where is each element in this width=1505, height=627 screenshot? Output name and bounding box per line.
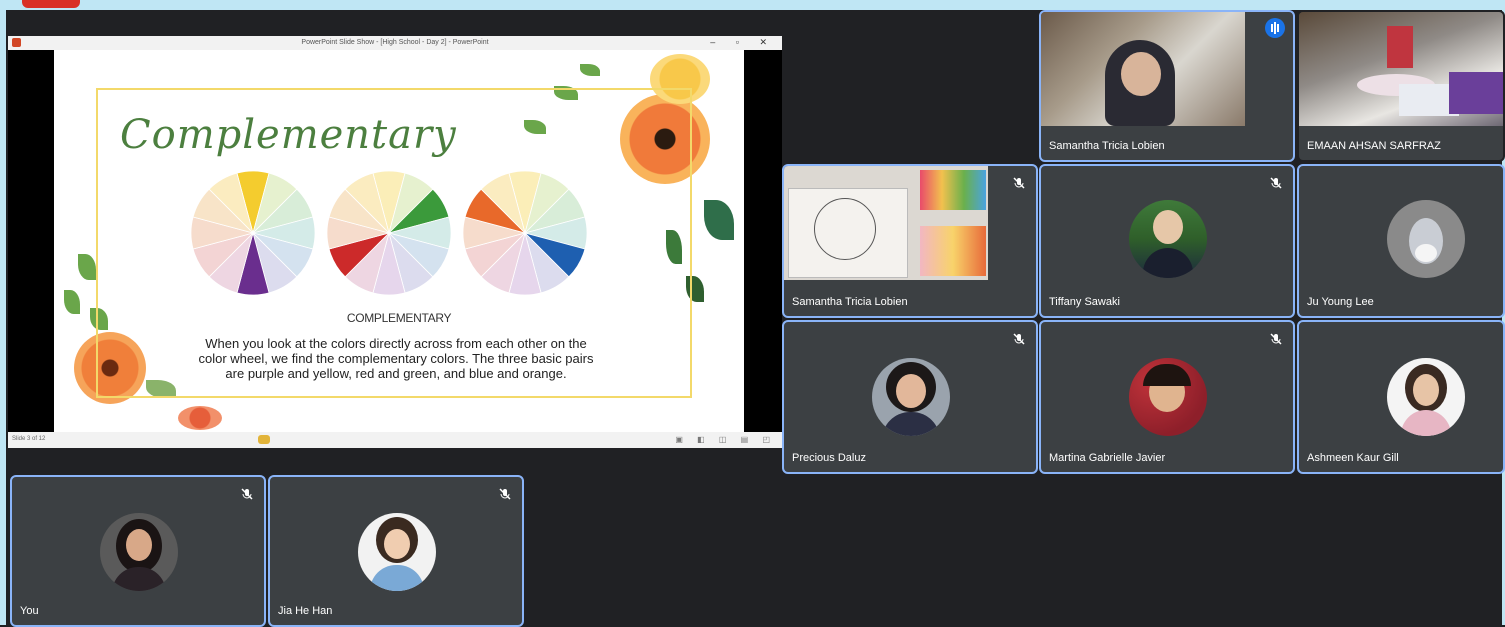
avatar (1387, 358, 1465, 436)
mic-off-icon (1269, 332, 1283, 346)
flower-bottom-small (178, 406, 222, 430)
participant-tile-self[interactable]: You (10, 475, 266, 627)
mic-off-icon (1269, 176, 1283, 190)
leaf-left-1 (78, 254, 96, 280)
participant-tile[interactable]: Precious Daluz (782, 320, 1038, 474)
participant-name: EMAAN AHSAN SARFRAZ (1307, 140, 1441, 152)
slide: Complementary COMPLEMENTARY When you loo… (54, 50, 744, 432)
participant-tile[interactable]: Ashmeen Kaur Gill (1297, 320, 1505, 474)
participant-name: Samantha Tricia Lobien (1049, 140, 1165, 152)
participant-tile[interactable]: Samantha Tricia Lobien (782, 164, 1038, 318)
participant-tile[interactable]: EMAAN AHSAN SARFRAZ (1297, 10, 1505, 162)
mic-off-icon (240, 487, 254, 501)
participant-tile[interactable]: Jia He Han (268, 475, 524, 627)
mic-off-icon (1012, 332, 1026, 346)
participant-name: Martina Gabrielle Javier (1049, 452, 1166, 464)
participant-name: Ju Young Lee (1307, 296, 1374, 308)
participant-tile[interactable]: Samantha Tricia Lobien (1039, 10, 1295, 162)
participant-tile[interactable]: Martina Gabrielle Javier (1039, 320, 1295, 474)
presentation-window-title: PowerPoint Slide Show - [High School - D… (301, 39, 489, 46)
participant-name: Tiffany Sawaki (1049, 296, 1120, 308)
pointer-icon (258, 435, 270, 444)
color-wheel-svg (190, 170, 316, 296)
participant-name: Jia He Han (278, 605, 333, 617)
avatar (100, 513, 178, 591)
avatar (872, 358, 950, 436)
presentation-window[interactable]: PowerPoint Slide Show - [High School - D… (8, 36, 782, 448)
participant-video (1299, 12, 1503, 126)
mic-off-icon (498, 487, 512, 501)
color-wheel-svg (326, 170, 452, 296)
participant-tile[interactable]: Ju Young Lee (1297, 164, 1505, 318)
screen-left-border (0, 0, 6, 625)
participant-name: Samantha Tricia Lobien (792, 296, 908, 308)
slide-counter: Slide 3 of 12 (12, 436, 46, 442)
view-buttons[interactable]: ▣ ◧ ◫ ▤ ◰ (675, 435, 776, 444)
color-wheel-svg (462, 170, 588, 296)
participant-name: You (20, 605, 39, 617)
slide-heading: Complementary (120, 112, 457, 158)
participant-name: Precious Daluz (792, 452, 866, 464)
avatar (358, 513, 436, 591)
avatar (1387, 200, 1465, 278)
color-wheel-red-green (326, 170, 452, 296)
leaf-right-1 (704, 200, 734, 240)
avatar (1129, 200, 1207, 278)
slide-body-text: When you look at the colors directly acr… (198, 336, 594, 381)
color-wheel-orange-blue (462, 170, 588, 296)
participant-tile[interactable]: Tiffany Sawaki (1039, 164, 1295, 318)
slide-subheading: COMPLEMENTARY (346, 311, 452, 325)
speaking-indicator-icon (1265, 18, 1285, 38)
color-wheel-purple-yellow (190, 170, 316, 296)
participant-name: Ashmeen Kaur Gill (1307, 452, 1399, 464)
avatar (1129, 358, 1207, 436)
presentation-titlebar: PowerPoint Slide Show - [High School - D… (8, 36, 782, 50)
screen-top-border (0, 0, 1505, 10)
leaf-top-3 (580, 64, 600, 76)
presentation-statusbar: Slide 3 of 12 ▣ ◧ ◫ ▤ ◰ (8, 432, 782, 448)
window-controls[interactable]: – ▫ ✕ (710, 37, 776, 48)
color-wheels (190, 170, 600, 305)
mic-off-icon (1012, 176, 1026, 190)
recording-indicator (22, 0, 80, 8)
participant-video (784, 166, 988, 280)
participant-video (1041, 12, 1245, 126)
